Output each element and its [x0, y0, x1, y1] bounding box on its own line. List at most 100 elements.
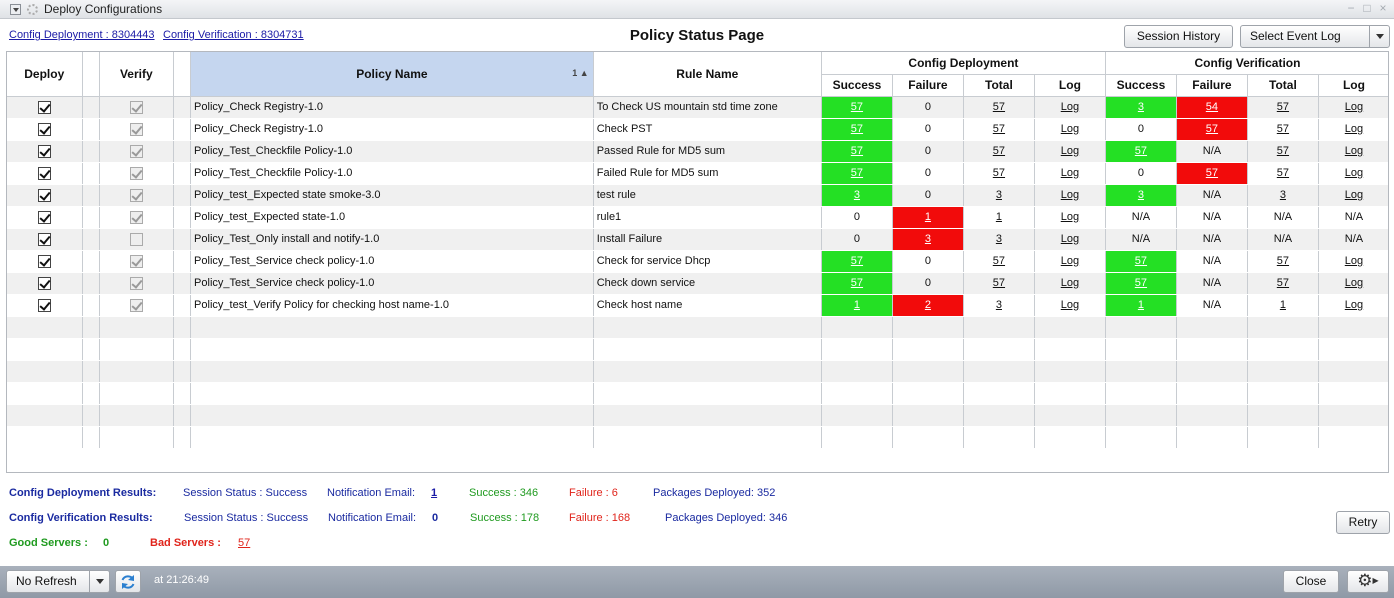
verify-success-cell-value[interactable]: 3 — [1138, 189, 1144, 201]
verify-log-cell-value[interactable]: Log — [1345, 299, 1363, 311]
table-row[interactable] — [7, 404, 1388, 427]
table-row[interactable] — [7, 426, 1388, 449]
deploy-log-header[interactable]: Log — [1034, 74, 1106, 97]
verify-log-cell-value[interactable]: Log — [1345, 255, 1363, 267]
minimize-icon[interactable]: − — [1345, 2, 1357, 15]
config-deployment-link[interactable]: Config Deployment : 8304443 — [9, 29, 155, 41]
verify-success-cell[interactable]: 57 — [1105, 272, 1177, 295]
verify-success-cell-value[interactable]: 57 — [1135, 145, 1147, 157]
table-row[interactable] — [7, 316, 1388, 339]
deploy-total-cell[interactable]: 3 — [963, 294, 1035, 317]
verify-log-cell[interactable]: Log — [1318, 96, 1388, 119]
table-row[interactable]: Policy_Test_Service check policy-1.0 Chec… — [7, 250, 1388, 273]
deploy-failure-cell-value[interactable]: 3 — [925, 233, 931, 245]
verify-success-cell[interactable]: 1 — [1105, 294, 1177, 317]
deploy-success-cell-value[interactable]: 57 — [851, 255, 863, 267]
verify-success-cell-value[interactable]: 57 — [1135, 255, 1147, 267]
verify-total-cell[interactable]: 57 — [1247, 250, 1319, 273]
verify-total-cell-value[interactable]: 1 — [1280, 299, 1286, 311]
deploy-log-cell[interactable]: Log — [1034, 206, 1106, 229]
deploy-total-cell-value[interactable]: 3 — [996, 233, 1002, 245]
deploy-checkbox[interactable] — [37, 144, 51, 158]
verify-total-cell-value[interactable]: 3 — [1280, 189, 1286, 201]
deploy-success-cell-value[interactable]: 57 — [851, 123, 863, 135]
config-verification-link[interactable]: Config Verification : 8304731 — [163, 29, 304, 41]
deploy-log-cell-value[interactable]: Log — [1061, 145, 1079, 157]
deploy-success-cell-value[interactable]: 57 — [851, 145, 863, 157]
refresh-button[interactable] — [115, 570, 141, 593]
deploy-total-cell[interactable]: 57 — [963, 140, 1035, 163]
table-row[interactable] — [7, 360, 1388, 383]
verify-total-cell[interactable]: 57 — [1247, 140, 1319, 163]
verify-failure-cell-value[interactable]: 57 — [1206, 123, 1218, 135]
deploy-success-cell[interactable]: 57 — [821, 250, 893, 273]
table-row[interactable]: Policy_Test_Only install and notify-1.0 I… — [7, 228, 1388, 251]
deploy-log-cell[interactable]: Log — [1034, 162, 1106, 185]
deploy-total-cell[interactable]: 57 — [963, 118, 1035, 141]
deploy-success-cell[interactable]: 3 — [821, 184, 893, 207]
deploy-log-cell-value[interactable]: Log — [1061, 189, 1079, 201]
deploy-total-cell[interactable]: 57 — [963, 96, 1035, 119]
select-event-log-dropdown[interactable]: Select Event Log — [1240, 25, 1390, 48]
verify-failure-cell-value[interactable]: 57 — [1206, 167, 1218, 179]
verify-log-cell[interactable]: Log — [1318, 184, 1388, 207]
verify-log-cell[interactable]: Log — [1318, 272, 1388, 295]
deploy-checkbox[interactable] — [37, 122, 51, 136]
verify-log-cell[interactable]: Log — [1318, 294, 1388, 317]
deploy-total-cell-value[interactable]: 57 — [993, 123, 1005, 135]
table-row[interactable] — [7, 338, 1388, 361]
deploy-log-cell[interactable]: Log — [1034, 118, 1106, 141]
verify-success-header[interactable]: Success — [1105, 74, 1177, 97]
deploy-success-cell[interactable]: 57 — [821, 272, 893, 295]
deploy-success-header[interactable]: Success — [821, 74, 893, 97]
deploy-log-cell-value[interactable]: Log — [1061, 211, 1079, 223]
table-row[interactable]: Policy_test_Expected state smoke-3.0 test… — [7, 184, 1388, 207]
verify-failure-cell[interactable]: 57 — [1176, 118, 1248, 141]
deploy-log-cell-value[interactable]: Log — [1061, 167, 1079, 179]
deploy-total-cell[interactable]: 57 — [963, 272, 1035, 295]
verify-total-cell[interactable]: 57 — [1247, 162, 1319, 185]
verify-log-cell-value[interactable]: Log — [1345, 101, 1363, 113]
deploy-checkbox[interactable] — [37, 166, 51, 180]
table-row[interactable]: Policy_Test_Checkfile Policy-1.0 Failed R… — [7, 162, 1388, 185]
verify-log-cell-value[interactable]: Log — [1345, 123, 1363, 135]
verify-total-cell-value[interactable]: 57 — [1277, 167, 1289, 179]
verify-log-cell[interactable]: Log — [1318, 250, 1388, 273]
verify-success-cell-value[interactable]: 57 — [1135, 277, 1147, 289]
verify-total-cell[interactable]: 3 — [1247, 184, 1319, 207]
deploy-total-cell-value[interactable]: 1 — [996, 211, 1002, 223]
table-row[interactable]: Policy_test_Verify Policy for checking h… — [7, 294, 1388, 317]
verify-log-cell-value[interactable]: Log — [1345, 167, 1363, 179]
deploy-checkbox[interactable] — [37, 298, 51, 312]
deploy-checkbox[interactable] — [37, 254, 51, 268]
deploy-success-cell-value[interactable]: 57 — [851, 101, 863, 113]
verify-total-cell[interactable]: 57 — [1247, 272, 1319, 295]
verify-success-cell[interactable]: 57 — [1105, 140, 1177, 163]
verify-log-cell-value[interactable]: Log — [1345, 145, 1363, 157]
deploy-log-cell[interactable]: Log — [1034, 140, 1106, 163]
retry-button[interactable]: Retry — [1336, 511, 1390, 534]
deploy-total-cell[interactable]: 57 — [963, 250, 1035, 273]
rule-name-column-header[interactable]: Rule Name — [593, 52, 822, 97]
deploy-checkbox[interactable] — [37, 210, 51, 224]
deploy-log-cell-value[interactable]: Log — [1061, 123, 1079, 135]
deploy-checkbox[interactable] — [37, 100, 51, 114]
deploy-checkbox[interactable] — [37, 276, 51, 290]
verify-total-cell[interactable]: 57 — [1247, 118, 1319, 141]
table-row[interactable]: Policy_Test_Service check policy-1.0 Chec… — [7, 272, 1388, 295]
deploy-notification-count-link[interactable]: 1 — [431, 487, 437, 499]
verify-log-cell-value[interactable]: Log — [1345, 277, 1363, 289]
session-history-button[interactable]: Session History — [1124, 25, 1233, 48]
deploy-total-cell-value[interactable]: 57 — [993, 145, 1005, 157]
deploy-failure-cell[interactable]: 2 — [892, 294, 964, 317]
deploy-log-cell[interactable]: Log — [1034, 272, 1106, 295]
verify-failure-cell-value[interactable]: 54 — [1206, 101, 1218, 113]
window-menu-icon[interactable] — [10, 4, 21, 15]
deploy-log-cell[interactable]: Log — [1034, 184, 1106, 207]
verify-failure-cell[interactable]: 57 — [1176, 162, 1248, 185]
deploy-total-cell-value[interactable]: 3 — [996, 299, 1002, 311]
deploy-failure-cell-value[interactable]: 2 — [925, 299, 931, 311]
close-button[interactable]: Close — [1283, 570, 1339, 593]
deploy-total-cell[interactable]: 3 — [963, 228, 1035, 251]
verify-log-header[interactable]: Log — [1318, 74, 1388, 97]
